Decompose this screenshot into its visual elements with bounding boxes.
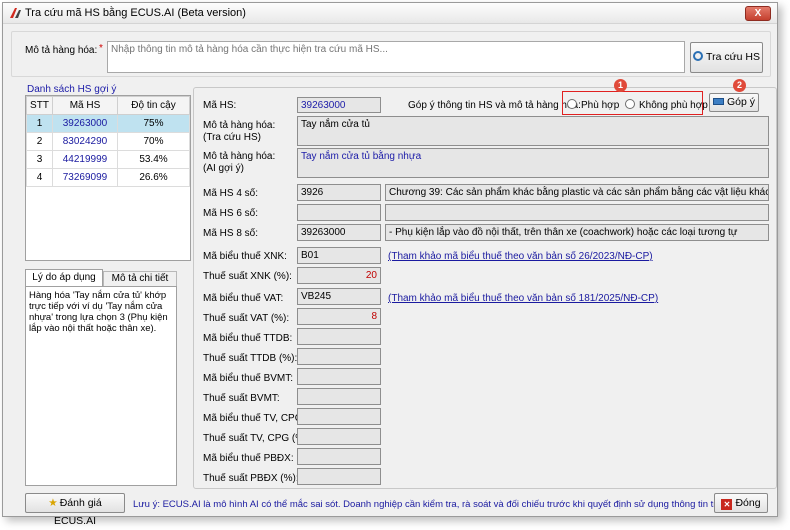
xnk-reference-link[interactable]: (Tham khảo mã biểu thuế theo văn bản số … <box>388 251 653 262</box>
hs8-desc: - Phụ kiện lắp vào đồ nội thất, trên thâ… <box>385 224 769 241</box>
search-label: Mô tả hàng hóa: <box>25 45 98 56</box>
tab-detail[interactable]: Mô tả chi tiết HS <box>103 271 177 298</box>
table-row[interactable]: 1 39263000 75% <box>26 114 190 133</box>
vat-code-field: VB245 <box>297 288 381 305</box>
ttdb-rate-field <box>297 348 381 365</box>
ttdb-rate-label: Thuế suất TTDB (%): <box>203 353 298 364</box>
mo-ta-ai-field: Tay nắm cửa tủ bằng nhựa <box>297 148 769 178</box>
vat-code-label: Mã biểu thuế VAT: <box>203 293 284 304</box>
table-row[interactable]: 2 83024290 70% <box>26 132 190 151</box>
search-hs-label: Tra cứu HS <box>706 51 760 63</box>
hs6-desc <box>385 204 769 221</box>
suggest-table: STT Mã HS Độ tin cậy 1 39263000 75% 2 83… <box>26 96 190 187</box>
close-icon: ✕ <box>721 499 733 510</box>
bvmt-rate-label: Thuế suất BVMT: <box>203 393 280 404</box>
hs4-field: 3926 <box>297 184 381 201</box>
hs8-field: 39263000 <box>297 224 381 241</box>
suggest-title: Danh sách HS gợi ý <box>27 84 117 95</box>
radio-circle-icon <box>567 99 577 109</box>
row-confidence: 70% <box>117 132 190 151</box>
hs4-label: Mã HS 4 số: <box>203 188 259 199</box>
pbdx-rate-label: Thuế suất PBĐX (%): <box>203 473 299 484</box>
tv-code-field <box>297 408 381 425</box>
rating-icon: ★ <box>48 497 58 509</box>
table-row[interactable]: 3 44219999 53.4% <box>26 150 190 169</box>
tv-rate-label: Thuế suất TV, CPG (%): <box>203 433 311 444</box>
gop-y-label: Góp ý <box>726 96 755 108</box>
ttdb-code-label: Mã biểu thuế TTDB: <box>203 333 293 344</box>
hs-lookup-window: Tra cứu mã HS bằng ECUS.AI (Beta version… <box>2 2 778 527</box>
footer-note: Lưu ý: ECUS.AI là mô hình AI có thể mắc … <box>133 499 730 510</box>
search-hs-button[interactable]: Tra cứu HS <box>690 42 763 73</box>
pbdx-rate-field <box>297 468 381 485</box>
radio-khong-phu-hop[interactable]: Không phù hợp <box>625 99 708 111</box>
required-mark: * <box>99 43 103 54</box>
search-input[interactable] <box>107 41 685 73</box>
close-label: Đóng <box>735 497 761 509</box>
hs6-field <box>297 204 381 221</box>
row-hs-code: 73269099 <box>52 168 118 187</box>
ma-hs-field: 39263000 <box>297 97 381 113</box>
radio-circle-icon <box>625 99 635 109</box>
radio-khong-phu-hop-label: Không phù hợp <box>639 100 708 111</box>
mo-ta-tra-cuu-field: Tay nắm cửa tủ <box>297 116 769 146</box>
xnk-code-label: Mã biểu thuế XNK: <box>203 251 287 262</box>
xnk-rate-field: 20 <box>297 267 381 284</box>
row-hs-code: 39263000 <box>52 114 118 133</box>
magnifier-icon <box>693 51 704 61</box>
tv-code-label: Mã biểu thuế TV, CPG: <box>203 413 306 424</box>
bvmt-code-field <box>297 368 381 385</box>
radio-phu-hop[interactable]: Phù hợp <box>567 99 619 111</box>
bvmt-rate-field <box>297 388 381 405</box>
vat-reference-link[interactable]: (Tham khảo mã biểu thuế theo văn bản số … <box>388 293 658 304</box>
window-title: Tra cứu mã HS bằng ECUS.AI (Beta version… <box>25 7 246 19</box>
hs6-label: Mã HS 6 số: <box>203 208 259 219</box>
row-confidence: 53.4% <box>117 150 190 169</box>
tv-rate-field <box>297 428 381 445</box>
row-stt: 4 <box>26 168 53 187</box>
col-header-hs: Mã HS <box>52 96 118 115</box>
feedback-icon <box>712 98 724 105</box>
rate-ecus-ai-button[interactable]: ★ Đánh giá ECUS.AI <box>25 493 125 527</box>
col-header-stt: STT <box>26 96 53 115</box>
vat-rate-field: 8 <box>297 308 381 325</box>
tab-reason[interactable]: Lý do áp dụng HS <box>25 269 103 299</box>
xnk-rate-label: Thuế suất XNK (%): <box>203 271 292 282</box>
app-logo-icon <box>10 8 21 18</box>
table-header-row: STT Mã HS Độ tin cậy <box>26 96 190 115</box>
gop-y-button[interactable]: Góp ý <box>709 93 759 112</box>
mo-ta-ai-label: Mô tả hàng hóa: (AI gợi ý) <box>203 151 276 174</box>
window-close-button[interactable]: X <box>745 6 771 21</box>
title-bar: Tra cứu mã HS bằng ECUS.AI (Beta version… <box>3 3 777 24</box>
pbdx-code-label: Mã biểu thuế PBĐX: <box>203 453 294 464</box>
hs8-label: Mã HS 8 số: <box>203 228 259 239</box>
vat-rate-label: Thuế suất VAT (%): <box>203 313 290 324</box>
ttdb-code-field <box>297 328 381 345</box>
table-row[interactable]: 4 73269099 26.6% <box>26 168 190 187</box>
hs4-desc: Chương 39: Các sản phẩm khác bằng plasti… <box>385 184 769 201</box>
col-header-confidence: Độ tin cậy <box>117 96 190 115</box>
pbdx-code-field <box>297 448 381 465</box>
reason-text: Hàng hóa 'Tay nắm cửa tủ' khớp trực tiếp… <box>25 286 177 486</box>
row-stt: 1 <box>26 114 53 133</box>
annotation-badge-2: 2 <box>733 79 746 92</box>
feedback-label: Góp ý thông tin HS và mô tả hàng hóa: <box>408 100 581 111</box>
close-button[interactable]: ✕ Đóng <box>714 493 768 513</box>
row-hs-code: 83024290 <box>52 132 118 151</box>
ma-hs-label: Mã HS: <box>203 100 237 111</box>
row-confidence: 75% <box>117 114 190 133</box>
annotation-badge-1: 1 <box>614 79 627 92</box>
row-hs-code: 44219999 <box>52 150 118 169</box>
row-confidence: 26.6% <box>117 168 190 187</box>
mo-ta-tra-cuu-label: Mô tả hàng hóa: (Tra cứu HS) <box>203 120 276 143</box>
rate-ecus-ai-label: Đánh giá ECUS.AI <box>53 497 102 527</box>
bvmt-code-label: Mã biểu thuế BVMT: <box>203 373 294 384</box>
radio-phu-hop-label: Phù hợp <box>581 100 620 111</box>
row-stt: 2 <box>26 132 53 151</box>
row-stt: 3 <box>26 150 53 169</box>
xnk-code-field: B01 <box>297 247 381 264</box>
